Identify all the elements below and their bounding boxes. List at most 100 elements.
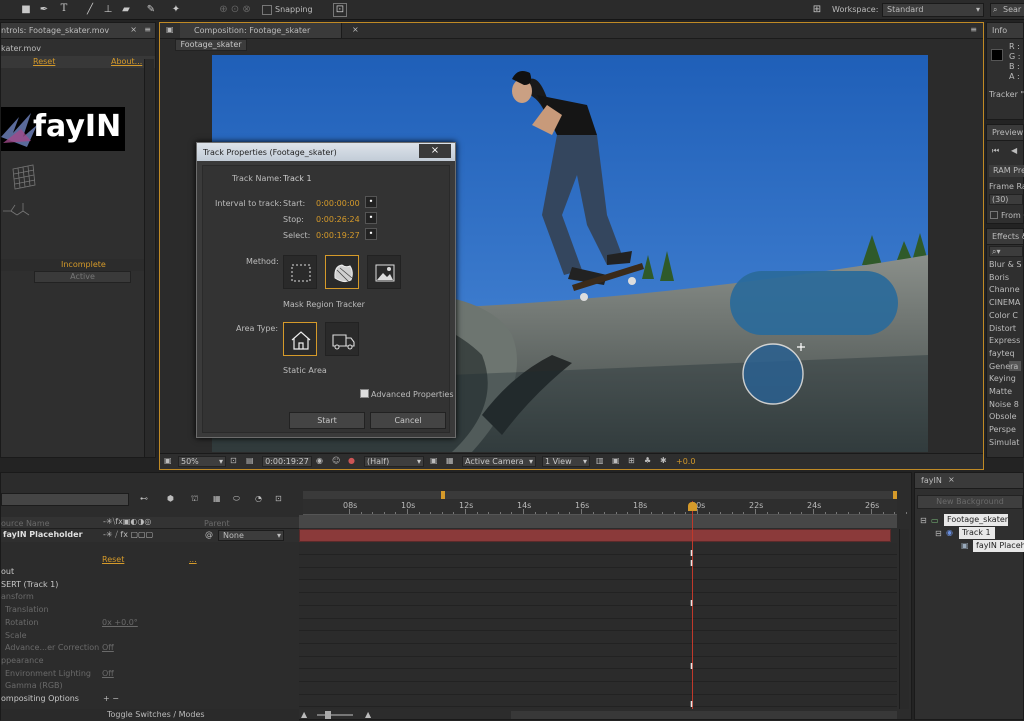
dialog-close-button[interactable]: × bbox=[419, 144, 451, 158]
brush-tool-icon[interactable]: ╱ bbox=[84, 4, 96, 16]
scrollbar[interactable] bbox=[144, 59, 154, 457]
start-set-button[interactable]: • bbox=[365, 196, 377, 208]
tab-footage-skater[interactable]: Footage_skater bbox=[175, 39, 247, 51]
effects-category-item[interactable]: fayteq bbox=[989, 349, 1015, 358]
region-of-interest-icon[interactable]: ▣ bbox=[430, 456, 438, 465]
timecode-field[interactable]: 0:00:19:27 bbox=[262, 456, 312, 467]
fayin-tab[interactable]: fayIN bbox=[921, 476, 942, 485]
timeline-vertical-scrollbar[interactable] bbox=[899, 529, 909, 709]
always-preview-icon[interactable]: ▣ bbox=[164, 456, 172, 465]
grid-icon[interactable]: ▤ bbox=[246, 456, 254, 465]
close-icon[interactable]: × bbox=[352, 25, 359, 34]
cancel-button[interactable]: Cancel bbox=[370, 412, 446, 429]
search-help-field[interactable]: ⌕ Sear bbox=[990, 3, 1024, 17]
active-button[interactable]: Active bbox=[34, 271, 131, 283]
toggle-pixel-aspect-icon[interactable]: ▥ bbox=[596, 456, 604, 465]
effects-category-item[interactable]: Matte bbox=[989, 387, 1012, 396]
view-layout-select[interactable]: 1 View ▾ bbox=[542, 456, 590, 467]
about-link[interactable]: About... bbox=[111, 57, 142, 66]
effects-category-item[interactable]: CINEMA bbox=[989, 298, 1020, 307]
transparency-grid-icon[interactable]: ▦ bbox=[446, 456, 454, 465]
flowchart-icon[interactable]: ♣ bbox=[644, 456, 651, 465]
tab-composition[interactable]: Composition: Footage_skater × bbox=[180, 23, 359, 38]
resolution-select[interactable]: (Half) ▾ bbox=[364, 456, 424, 467]
fast-preview-icon[interactable]: ▣ bbox=[612, 456, 620, 465]
effects-category-item[interactable]: Genera bbox=[989, 362, 1018, 371]
close-icon[interactable]: × bbox=[948, 475, 955, 484]
info-tab[interactable]: Info bbox=[992, 26, 1007, 35]
effects-category-item[interactable]: Blur & S bbox=[989, 260, 1021, 269]
area-static-button[interactable] bbox=[283, 322, 317, 356]
snapping-checkbox[interactable] bbox=[262, 5, 272, 15]
keyframe-marker[interactable]: I bbox=[690, 662, 693, 671]
zoom-out-icon[interactable]: ▲ bbox=[301, 710, 307, 719]
stop-timecode[interactable]: 0:00:26:24 bbox=[316, 215, 360, 224]
lock-icon[interactable]: ▣ bbox=[166, 25, 174, 34]
effects-category-item[interactable]: Boris bbox=[989, 273, 1009, 282]
keyframe-marker[interactable]: I bbox=[690, 559, 693, 568]
effects-category-item[interactable]: Noise 8 bbox=[989, 400, 1019, 409]
exposure-icon[interactable]: ✱ bbox=[660, 456, 667, 465]
keyframe-marker[interactable]: I bbox=[690, 549, 693, 558]
select-timecode[interactable]: 0:00:19:27 bbox=[316, 231, 360, 240]
ram-preview-select[interactable]: RAM Pre bbox=[989, 165, 1024, 177]
select-set-button[interactable]: • bbox=[365, 228, 377, 240]
prev-frame-icon[interactable]: ◀ bbox=[1011, 146, 1017, 155]
type-tool-icon[interactable]: T bbox=[58, 3, 70, 15]
area-moving-button[interactable] bbox=[325, 322, 359, 356]
method-image-button[interactable] bbox=[367, 255, 401, 289]
camera-select[interactable]: Active Camera ▾ bbox=[462, 456, 536, 467]
close-icon[interactable]: × bbox=[130, 25, 137, 34]
panel-menu-icon[interactable]: ≡ bbox=[144, 25, 151, 34]
method-rectangle-button[interactable] bbox=[283, 255, 317, 289]
method-mask-region-button[interactable] bbox=[325, 255, 359, 289]
tree-item-placeholder[interactable]: fayIN Placeh bbox=[973, 540, 1024, 552]
timeline-zoom-slider[interactable]: ▲ ▲ bbox=[301, 710, 401, 719]
workspace-select[interactable]: Standard ▾ bbox=[882, 3, 984, 17]
keyframe-marker[interactable]: I bbox=[690, 700, 693, 709]
new-background-button[interactable]: New Background bbox=[917, 495, 1023, 509]
preview-tab[interactable]: Preview bbox=[992, 128, 1023, 137]
first-frame-icon[interactable]: ⏮ bbox=[992, 146, 999, 156]
snap-icon[interactable]: ⊡ bbox=[333, 3, 347, 17]
eraser-tool-icon[interactable]: ▰ bbox=[120, 4, 132, 16]
zoom-in-icon[interactable]: ▲ bbox=[365, 710, 371, 719]
from-current-checkbox[interactable] bbox=[990, 211, 998, 219]
tree-item-footage[interactable]: Footage_skater bbox=[944, 514, 1008, 526]
effects-category-item[interactable]: Perspe bbox=[989, 425, 1016, 434]
effects-category-item[interactable]: Obsole bbox=[989, 412, 1017, 421]
exposure-value[interactable]: +0.0 bbox=[676, 457, 695, 466]
show-snapshot-icon[interactable]: ☺ bbox=[332, 456, 340, 465]
start-button[interactable]: Start bbox=[289, 412, 365, 429]
fit-icon[interactable]: ⊡ bbox=[230, 456, 237, 465]
puppet-tool-icon[interactable]: ✦ bbox=[170, 4, 182, 16]
channel-icon[interactable]: ● bbox=[348, 456, 355, 465]
effect-controls-tab[interactable]: ntrols: Footage_skater.mov bbox=[1, 26, 109, 35]
stop-set-button[interactable]: • bbox=[365, 212, 377, 224]
effects-category-item[interactable]: Express bbox=[989, 336, 1020, 345]
roto-brush-icon[interactable]: ✎ bbox=[145, 4, 157, 16]
reset-link[interactable]: Reset bbox=[33, 57, 55, 66]
effects-category-item[interactable]: Channe bbox=[989, 285, 1020, 294]
zoom-handle[interactable] bbox=[325, 711, 331, 719]
effects-category-item[interactable]: Simulat bbox=[989, 438, 1019, 447]
rectangle-tool-icon[interactable]: ■ bbox=[20, 4, 32, 16]
collapse-icon[interactable]: ⊟ bbox=[935, 529, 942, 538]
effects-search-field[interactable]: ⌕▾ bbox=[989, 246, 1023, 257]
panel-menu-icon[interactable]: ≡ bbox=[970, 25, 977, 34]
clone-tool-icon[interactable]: ⊥ bbox=[102, 4, 114, 16]
effects-category-item[interactable]: Distort bbox=[989, 324, 1016, 333]
keyframe-marker[interactable]: I bbox=[690, 599, 693, 608]
effects-category-item[interactable]: Color C bbox=[989, 311, 1018, 320]
timeline-horizontal-scrollbar[interactable] bbox=[511, 711, 897, 719]
effects-tab[interactable]: Effects & bbox=[992, 232, 1024, 241]
timeline-icon[interactable]: ⊞ bbox=[628, 456, 635, 465]
maximize-icon[interactable]: ⊞ bbox=[810, 4, 824, 16]
collapse-icon[interactable]: ⊟ bbox=[920, 516, 927, 525]
advanced-properties-checkbox[interactable] bbox=[360, 389, 369, 398]
track-name-value[interactable]: Track 1 bbox=[283, 174, 312, 183]
start-timecode[interactable]: 0:00:00:00 bbox=[316, 199, 360, 208]
tree-item-track[interactable]: Track 1 bbox=[959, 527, 995, 539]
effects-category-item[interactable]: Keying bbox=[989, 374, 1016, 383]
camera-snapshot-icon[interactable]: ◉ bbox=[316, 456, 323, 465]
